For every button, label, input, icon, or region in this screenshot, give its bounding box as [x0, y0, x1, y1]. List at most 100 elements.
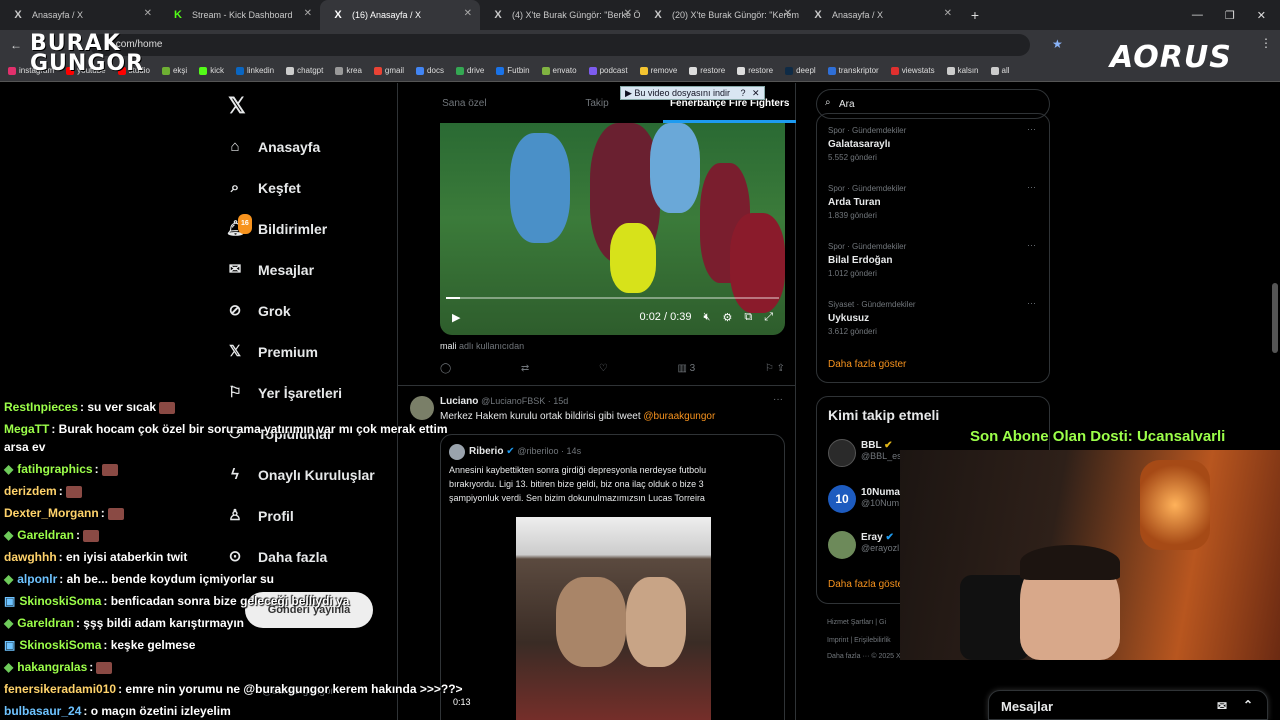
- star-bookmark-icon[interactable]: ★: [1052, 37, 1063, 51]
- browser-tab[interactable]: X Anasayfa / X ✕: [800, 0, 960, 30]
- browser-tab[interactable]: X (4) X'te Burak Güngör: "Berke Ö ✕: [480, 0, 640, 30]
- chat-username[interactable]: hakangralas: [17, 660, 87, 674]
- chat-username[interactable]: Gareldran: [17, 528, 74, 542]
- bookmark-item[interactable]: remove: [639, 66, 677, 75]
- bookmark-item[interactable]: Futbin: [496, 66, 530, 75]
- more-dots-icon[interactable]: ···: [1027, 124, 1036, 134]
- bookmark-item[interactable]: all: [990, 66, 1010, 75]
- reply-icon[interactable]: ◯: [440, 363, 451, 374]
- chat-username[interactable]: derizdem: [4, 484, 57, 498]
- compose-message-icon[interactable]: ✉: [1217, 699, 1227, 713]
- close-icon[interactable]: ✕: [464, 8, 472, 19]
- follow-account[interactable]: 10Numar @10Num: [861, 487, 904, 508]
- bookmark-item[interactable]: ekşi: [161, 66, 187, 75]
- url-field[interactable]: x.com/home: [90, 34, 1030, 56]
- nav-item-explore[interactable]: ⌕ Keşfet: [226, 176, 301, 200]
- close-icon[interactable]: ✕: [944, 8, 952, 19]
- chat-username[interactable]: Gareldran: [17, 616, 74, 630]
- bookmark-item[interactable]: transkriptor: [827, 66, 879, 75]
- follow-account[interactable]: Eray ✔ @erayozl: [861, 532, 899, 553]
- back-arrow-icon[interactable]: ←: [10, 38, 22, 52]
- avatar[interactable]: [828, 439, 856, 467]
- messages-drawer[interactable]: Mesajlar ✉ ⌃: [988, 690, 1268, 720]
- show-more-trends[interactable]: Daha fazla göster: [828, 359, 906, 370]
- chat-username[interactable]: RestInpieces: [4, 400, 78, 414]
- bookmark-item[interactable]: kalsın: [946, 66, 979, 75]
- trend-item[interactable]: Siyaset · Gündemdekiler Uykusuz 3.612 gö…: [828, 300, 916, 336]
- avatar[interactable]: 10: [828, 485, 856, 513]
- chat-username[interactable]: bulbasaur_24: [4, 704, 81, 718]
- quoted-tweet[interactable]: Riberio ✔ @riberiloo · 14s Annesini kayb…: [440, 434, 785, 720]
- bookmark-item[interactable]: docs: [416, 66, 444, 75]
- close-icon[interactable]: ✕: [304, 8, 312, 19]
- trend-item[interactable]: Spor · Gündemdekiler Galatasaraylı 5.552…: [828, 126, 906, 162]
- menu-icon[interactable]: ⋮: [1260, 36, 1272, 50]
- footer-link[interactable]: Daha fazla ··· © 2025 X: [827, 653, 901, 660]
- more-dots-icon[interactable]: ···: [1027, 298, 1036, 308]
- bookmark-item[interactable]: kick: [199, 66, 224, 75]
- bookmark-item[interactable]: chatgpt: [286, 66, 323, 75]
- chat-username[interactable]: dawghhh: [4, 550, 57, 564]
- bookmark-item[interactable]: envato: [541, 66, 577, 75]
- close-icon[interactable]: ✕: [784, 8, 792, 19]
- close-window-icon[interactable]: ✕: [1257, 9, 1266, 22]
- minimize-icon[interactable]: —: [1192, 9, 1203, 21]
- bookmark-item[interactable]: gmail: [373, 66, 404, 75]
- trend-item[interactable]: Spor · Gündemdekiler Bilal Erdoğan 1.012…: [828, 242, 906, 278]
- chat-username[interactable]: SkinoskiSoma: [19, 638, 101, 652]
- chat-username[interactable]: alponlr: [17, 572, 57, 586]
- more-dots-icon[interactable]: ···: [1027, 182, 1036, 192]
- tweet-video[interactable]: ▶ 0:02 / 0:39 🔇︎ ⚙ ⧉ ⤢: [440, 123, 785, 335]
- browser-tab-active[interactable]: X (16) Anasayfa / X ✕: [320, 0, 480, 30]
- bookmark-item[interactable]: podcast: [588, 66, 628, 75]
- bookmark-action-icon[interactable]: ⚐ ⇪: [765, 363, 785, 374]
- video-download-bar[interactable]: ▶ Bu video dosyasını indir ? ✕: [620, 86, 765, 100]
- bookmark-item[interactable]: restore: [689, 66, 725, 75]
- retweet-icon[interactable]: ⇄: [521, 363, 529, 374]
- bookmark-item[interactable]: linkedin: [235, 66, 274, 75]
- quote-video[interactable]: [516, 517, 711, 720]
- nav-item-home[interactable]: ⌂ Anasayfa: [226, 135, 320, 159]
- tab-for-you[interactable]: Sana özel: [398, 83, 531, 123]
- nav-item-messages[interactable]: ✉ Mesajlar: [226, 258, 314, 282]
- chat-username[interactable]: fatihgraphics: [17, 462, 92, 476]
- browser-tab[interactable]: X (20) X'te Burak Güngör: "Kerem ✕: [640, 0, 800, 30]
- footer-link[interactable]: Imprint | Erişilebilirlik: [827, 637, 891, 644]
- close-icon[interactable]: ✕: [144, 8, 152, 19]
- nav-item-grok[interactable]: ⊘ Grok: [226, 299, 291, 323]
- trend-item[interactable]: Spor · Gündemdekiler Arda Turan 1.839 gö…: [828, 184, 906, 220]
- avatar[interactable]: [828, 531, 856, 559]
- chat-username[interactable]: fenersikeradami010: [4, 682, 116, 696]
- chevron-up-icon[interactable]: ⌃: [1243, 698, 1253, 712]
- bookmark-item[interactable]: drive: [455, 66, 484, 75]
- maximize-icon[interactable]: ❐: [1225, 9, 1235, 22]
- settings-icon[interactable]: ⚙: [722, 311, 732, 324]
- browser-tab[interactable]: X Anasayfa / X ✕: [0, 0, 160, 30]
- x-logo-icon[interactable]: 𝕏: [228, 93, 246, 119]
- more-dots-icon[interactable]: ···: [1027, 240, 1036, 250]
- close-icon[interactable]: ✕: [624, 8, 632, 19]
- page-scrollbar[interactable]: [1272, 283, 1278, 353]
- tweet[interactable]: Luciano @LucianoFBSK · 15d ··· Merkez Ha…: [398, 385, 796, 720]
- chat-username[interactable]: MegaTT: [4, 422, 49, 436]
- new-tab-button[interactable]: +: [960, 7, 990, 23]
- chat-username[interactable]: Dexter_Morgann: [4, 506, 99, 520]
- bookmark-item[interactable]: viewstats: [890, 66, 935, 75]
- close-icon[interactable]: ✕: [752, 88, 760, 98]
- footer-link[interactable]: Hizmet Şartları | Gi: [827, 619, 886, 626]
- popout-icon[interactable]: ⧉: [744, 311, 752, 324]
- views-count[interactable]: ▥ 3: [677, 363, 695, 374]
- more-dots-icon[interactable]: ···: [773, 394, 783, 405]
- play-icon[interactable]: ▶: [452, 311, 460, 324]
- show-more-follow[interactable]: Daha fazla göste: [828, 579, 903, 590]
- browser-tab[interactable]: K Stream - Kick Dashboard ✕: [160, 0, 320, 30]
- bookmark-item[interactable]: krea: [335, 66, 362, 75]
- help-icon[interactable]: ?: [741, 88, 746, 98]
- chat-username[interactable]: SkinoskiSoma: [19, 594, 101, 608]
- bookmark-item[interactable]: deepl: [785, 66, 816, 75]
- bookmark-item[interactable]: restore: [737, 66, 773, 75]
- nav-item-premium[interactable]: 𝕏 Premium: [226, 340, 318, 364]
- fullscreen-icon[interactable]: ⤢: [764, 311, 773, 324]
- mute-icon[interactable]: 🔇︎: [704, 311, 711, 324]
- like-icon[interactable]: ♡: [599, 363, 608, 374]
